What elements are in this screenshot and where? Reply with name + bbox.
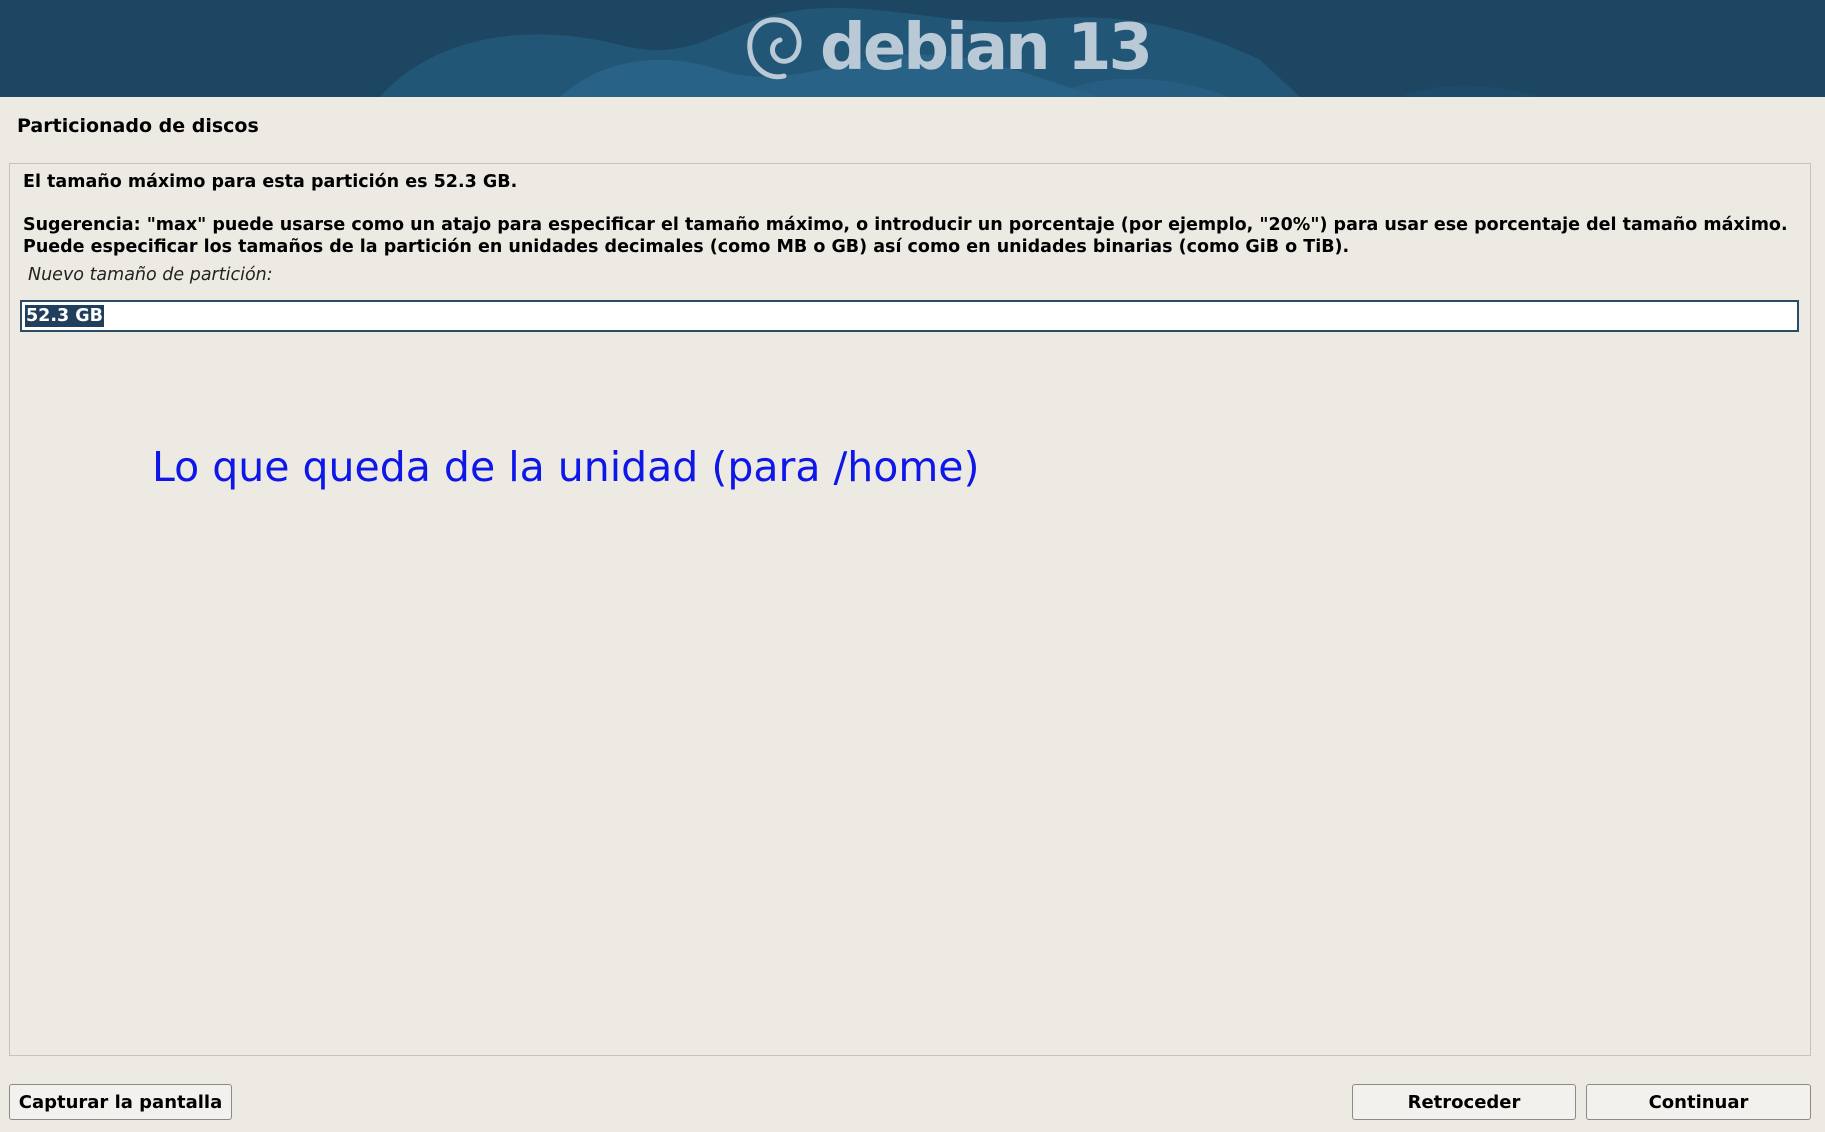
annotation-text: Lo que queda de la unidad (para /home) (152, 443, 980, 491)
debian-banner: debian 13 (0, 0, 1825, 97)
screenshot-button[interactable]: Capturar la pantalla (9, 1084, 232, 1120)
debian-logo-text: debian 13 (820, 11, 1153, 85)
partition-size-input[interactable]: 52.3 GB (20, 300, 1799, 332)
partition-size-value[interactable]: 52.3 GB (25, 305, 104, 327)
max-size-message: El tamaño máximo para esta partición es … (23, 172, 518, 192)
dialog-panel: El tamaño máximo para esta partición es … (9, 163, 1811, 1056)
page-title: Particionado de discos (17, 115, 259, 137)
hint-message: Sugerencia: "max" puede usarse como un a… (23, 215, 1788, 257)
debian-swirl-icon (747, 17, 802, 80)
continue-button[interactable]: Continuar (1586, 1084, 1811, 1120)
debian-logo: debian 13 (742, 8, 1153, 88)
partition-size-label: Nuevo tamaño de partición: (28, 265, 273, 285)
back-button[interactable]: Retroceder (1352, 1084, 1576, 1120)
